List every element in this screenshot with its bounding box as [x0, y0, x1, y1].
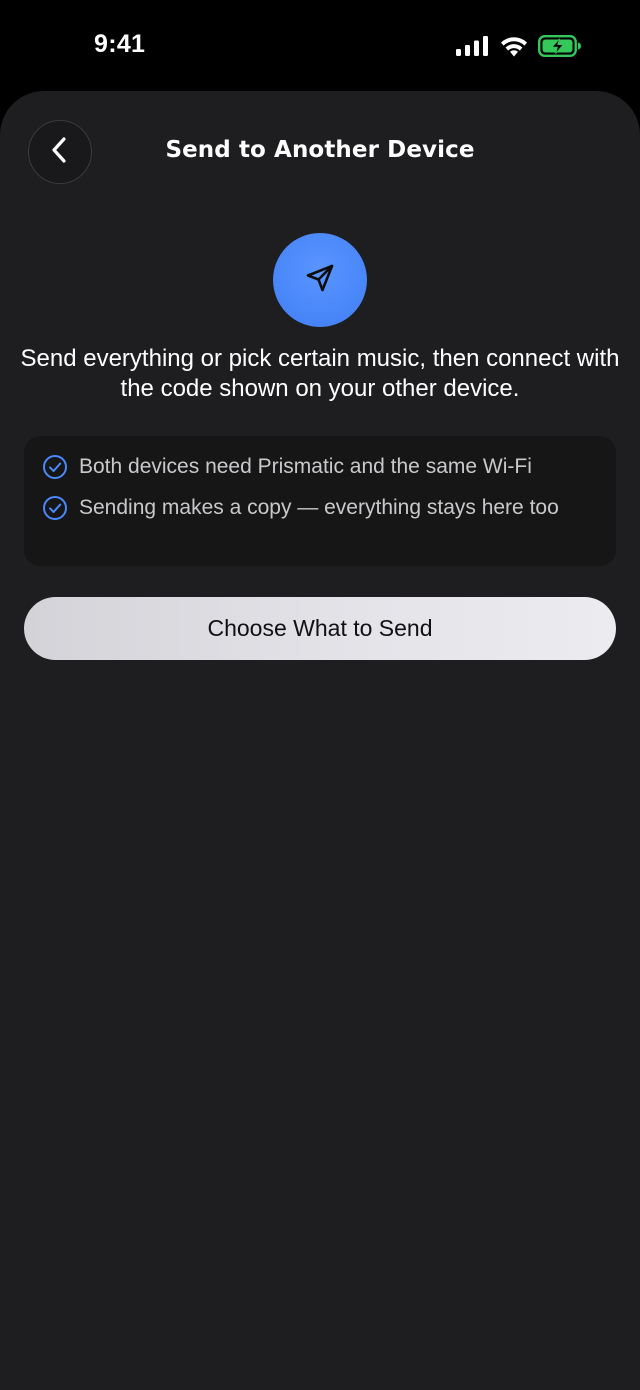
check-circle-icon: [42, 495, 68, 521]
status-time: 9:41: [94, 30, 146, 58]
battery-charging-icon: [538, 35, 582, 57]
screen: 9:41 Send to Another Device Send everyth…: [0, 0, 640, 1390]
wifi-icon: [500, 36, 528, 57]
hero-icon-circle: [273, 233, 367, 327]
signal-icon: [456, 36, 490, 56]
page-title: Send to Another Device: [165, 137, 475, 163]
info-item-text: Both devices need Prismatic and the same…: [79, 455, 532, 478]
paper-plane-icon: [304, 262, 336, 299]
info-item-text: Sending makes a copy — everything stays …: [79, 496, 559, 519]
sheet: Send to Another Device Send everything o…: [0, 91, 640, 1390]
description-text: Send everything or pick certain music, t…: [20, 345, 620, 402]
button-label: Choose What to Send: [207, 615, 433, 641]
info-item: Both devices need Prismatic and the same…: [42, 452, 532, 481]
choose-what-to-send-button[interactable]: Choose What to Send: [24, 597, 616, 660]
info-item: Sending makes a copy — everything stays …: [42, 493, 562, 522]
check-circle-icon: [42, 454, 68, 480]
status-bar: 9:41: [0, 0, 640, 92]
info-card: Both devices need Prismatic and the same…: [24, 436, 616, 566]
status-icons: [456, 35, 582, 57]
